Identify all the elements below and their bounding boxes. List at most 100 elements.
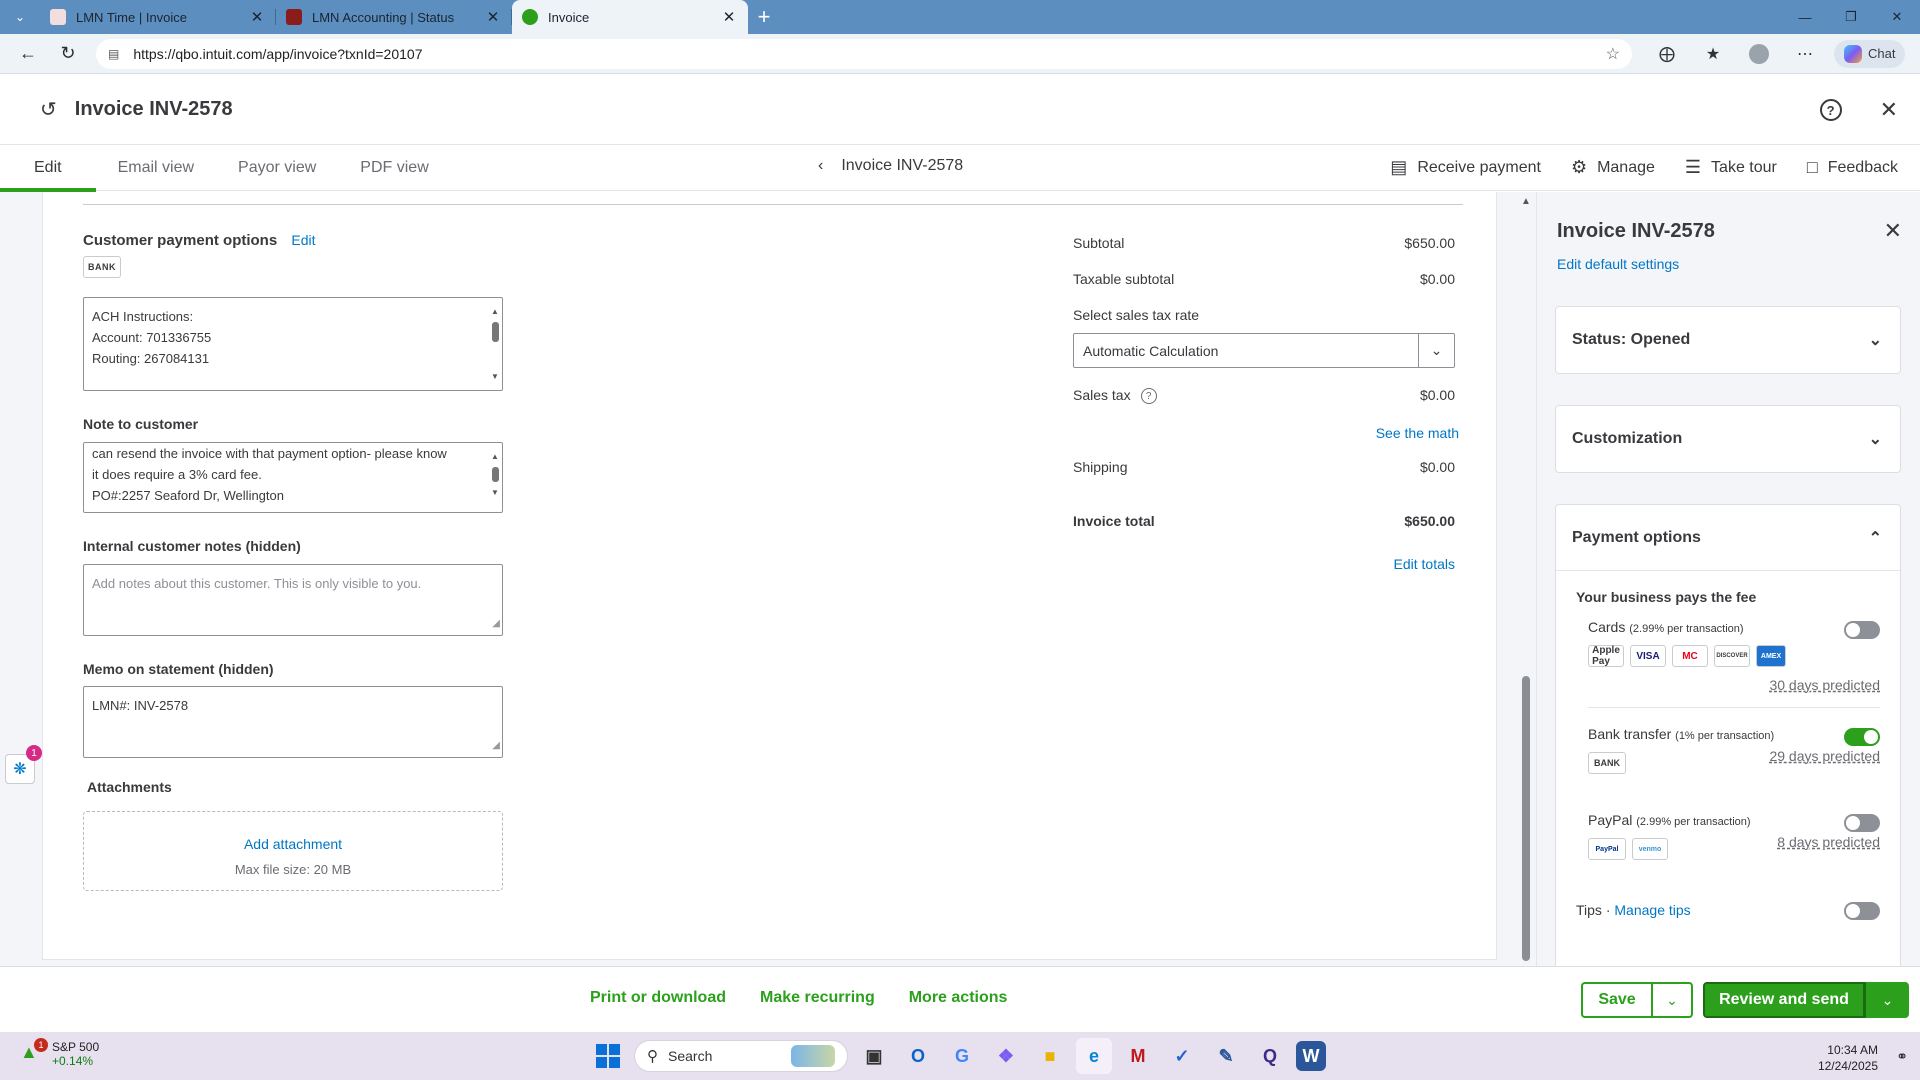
browser-tab-lmn-time[interactable]: LMN Time | Invoice ✕ <box>40 0 276 34</box>
mcafee-icon[interactable]: M <box>1120 1038 1156 1074</box>
new-tab-plus-icon[interactable]: + <box>748 0 780 34</box>
minimize-icon[interactable]: — <box>1782 0 1828 34</box>
assistant-widget-button[interactable]: ❋ 1 <box>5 745 42 784</box>
internal-notes-field[interactable]: Add notes about this customer. This is o… <box>83 564 503 636</box>
restore-icon[interactable]: ❐ <box>1828 0 1874 34</box>
copilot-app-icon[interactable]: ❖ <box>988 1038 1024 1074</box>
tab-close-icon[interactable]: ✕ <box>484 8 502 26</box>
shipping-value[interactable]: $0.00 <box>1420 459 1455 475</box>
divider <box>1588 707 1880 708</box>
tips-toggle[interactable] <box>1844 902 1880 920</box>
back-arrow-icon[interactable]: ← <box>8 38 48 70</box>
copilot-chat-button[interactable]: Chat <box>1834 39 1906 68</box>
chevron-down-icon[interactable]: ⌄ <box>1869 429 1882 449</box>
see-the-math-link[interactable]: See the math <box>1376 425 1459 441</box>
textarea-scrollbar[interactable]: ▲ ▼ <box>490 446 500 509</box>
review-options-chevron-icon[interactable]: ⌄ <box>1865 982 1909 1018</box>
payment-options-header[interactable]: Payment options ⌃ <box>1556 505 1900 571</box>
edit-payment-options-link[interactable]: Edit <box>291 232 315 248</box>
tab-edit[interactable]: Edit <box>0 145 96 192</box>
add-attachment-link[interactable]: Add attachment <box>84 836 502 852</box>
outlook-icon[interactable]: O <box>900 1038 936 1074</box>
taskbar-search[interactable]: ⚲ Search <box>634 1040 848 1072</box>
url-field[interactable]: ▤ https://qbo.intuit.com/app/invoice?txn… <box>96 38 1632 69</box>
close-invoice-icon[interactable]: ✕ <box>1880 97 1898 123</box>
chevron-down-icon[interactable]: ⌄ <box>1869 330 1882 350</box>
help-circle-icon[interactable]: ? <box>1140 388 1157 405</box>
note-to-customer-field[interactable]: can resend the invoice with that payment… <box>83 442 503 513</box>
file-explorer-icon[interactable]: ■ <box>1032 1038 1068 1074</box>
resize-grip-icon[interactable]: ◢ <box>492 613 500 634</box>
google-chrome-icon[interactable]: G <box>944 1038 980 1074</box>
stock-widget[interactable]: ▲ 1 S&P 500 +0.14% <box>20 1038 99 1068</box>
paypal-toggle[interactable] <box>1844 814 1880 832</box>
make-recurring-button[interactable]: Make recurring <box>760 989 875 1007</box>
windows-start-icon[interactable] <box>590 1038 626 1074</box>
bank-predicted[interactable]: 29 days predicted <box>1769 748 1880 764</box>
edit-totals-link[interactable]: Edit totals <box>1394 556 1455 572</box>
edge-browser-icon[interactable]: e <box>1076 1038 1112 1074</box>
sales-tax-rate-select[interactable]: Automatic Calculation ⌄ <box>1073 333 1455 368</box>
textarea-scrollbar[interactable]: ▲ ▼ <box>490 301 500 387</box>
history-icon[interactable]: ↺ <box>40 97 57 122</box>
receive-payment-button[interactable]: ▤ Receive payment <box>1390 157 1541 178</box>
paypal-predicted[interactable]: 8 days predicted <box>1777 834 1880 850</box>
more-menu-icon[interactable]: ⋯ <box>1782 44 1828 64</box>
internal-notes-placeholder: Add notes about this customer. This is o… <box>92 576 422 591</box>
invoice-main-area: Customer payment options Edit BANK ACH I… <box>0 192 1536 966</box>
tab-email-view[interactable]: Email view <box>96 145 216 191</box>
site-info-icon[interactable]: ▤ <box>108 47 119 61</box>
system-clock[interactable]: 10:34 AM 12/24/2025 <box>1818 1042 1878 1074</box>
ach-instructions-field[interactable]: ACH Instructions: Account: 701336755 Rou… <box>83 297 503 391</box>
help-icon[interactable]: ? <box>1819 99 1842 121</box>
edit-default-settings-link[interactable]: Edit default settings <box>1557 256 1679 272</box>
review-and-send-button[interactable]: Review and send <box>1703 982 1865 1018</box>
quick-assist-icon[interactable]: Q <box>1252 1038 1288 1074</box>
extensions-icon[interactable]: ⨁ <box>1644 44 1690 64</box>
chevron-up-icon[interactable]: ⌃ <box>1869 528 1882 548</box>
status-panel[interactable]: Status: Opened ⌄ <box>1555 306 1901 374</box>
scrollbar-thumb[interactable] <box>1522 676 1530 961</box>
main-scrollbar[interactable]: ▲ <box>1520 196 1532 966</box>
memo-field[interactable]: LMN#: INV-2578 ◢ <box>83 686 503 758</box>
save-options-chevron-icon[interactable]: ⌄ <box>1651 982 1693 1018</box>
favorite-star-icon[interactable]: ☆ <box>1606 44 1620 64</box>
cards-predicted[interactable]: 30 days predicted <box>1769 677 1880 693</box>
tab-label: LMN Accounting | Status <box>312 9 455 25</box>
task-view-icon[interactable]: ▣ <box>856 1038 892 1074</box>
copilot-icon <box>1844 44 1862 63</box>
profile-avatar-icon[interactable] <box>1736 43 1782 64</box>
tab-pdf-view[interactable]: PDF view <box>338 145 450 191</box>
payment-options-section: Customer payment options Edit <box>83 232 315 249</box>
manage-button[interactable]: ⚙ Manage <box>1571 157 1655 178</box>
attachment-dropzone[interactable]: Add attachment Max file size: 20 MB <box>83 811 503 891</box>
tab-close-icon[interactable]: ✕ <box>720 8 738 26</box>
bank-transfer-toggle[interactable] <box>1844 728 1880 746</box>
manage-label: Manage <box>1597 158 1655 176</box>
close-drawer-icon[interactable]: ✕ <box>1884 218 1902 244</box>
tab-close-icon[interactable]: ✕ <box>248 8 266 26</box>
print-or-download-button[interactable]: Print or download <box>590 989 726 1007</box>
drawing-app-icon[interactable]: ✎ <box>1208 1038 1244 1074</box>
browser-tab-lmn-accounting[interactable]: LMN Accounting | Status ✕ <box>276 0 512 34</box>
resize-grip-icon[interactable]: ◢ <box>492 735 500 756</box>
refresh-icon[interactable]: ↻ <box>48 38 88 70</box>
manage-tips-link[interactable]: Manage tips <box>1614 902 1690 918</box>
browser-tab-invoice[interactable]: Invoice ✕ <box>512 0 748 34</box>
cards-toggle[interactable] <box>1844 621 1880 639</box>
breadcrumb[interactable]: ‹ Invoice INV-2578 <box>818 157 963 175</box>
todo-icon[interactable]: ✓ <box>1164 1038 1200 1074</box>
tab-list-chevron-icon[interactable]: ⌄ <box>6 3 34 31</box>
word-icon[interactable]: W <box>1296 1041 1326 1071</box>
scroll-up-arrow-icon[interactable]: ▲ <box>1520 196 1532 207</box>
customization-panel[interactable]: Customization ⌄ <box>1555 405 1901 473</box>
favorites-icon[interactable]: ★ <box>1690 44 1736 64</box>
save-button[interactable]: Save <box>1581 982 1653 1018</box>
close-window-icon[interactable]: ✕ <box>1874 0 1920 34</box>
feedback-button[interactable]: □ Feedback <box>1807 157 1898 178</box>
notification-bell-icon[interactable]: ⚭ <box>1896 1048 1908 1065</box>
more-actions-button[interactable]: More actions <box>909 989 1008 1007</box>
take-tour-button[interactable]: ☰ Take tour <box>1685 157 1777 178</box>
chevron-down-icon[interactable]: ⌄ <box>1418 334 1454 367</box>
tab-payor-view[interactable]: Payor view <box>216 145 338 191</box>
